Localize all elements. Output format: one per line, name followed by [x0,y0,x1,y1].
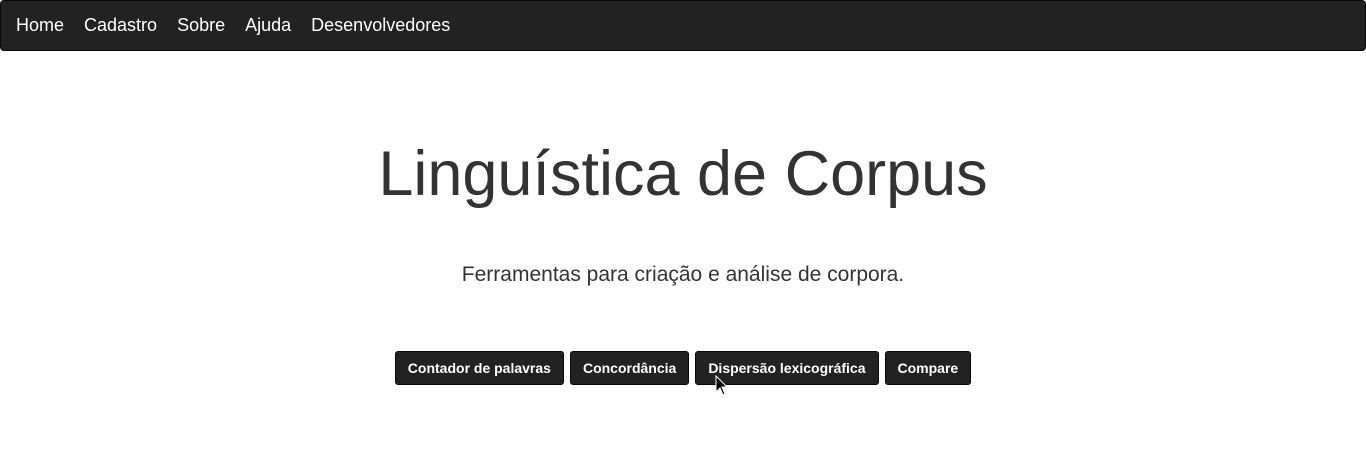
nav-cadastro-link[interactable]: Cadastro [84,0,157,51]
nav-sobre-link[interactable]: Sobre [177,0,225,51]
mouse-pointer-icon [715,375,729,396]
word-counter-button[interactable]: Contador de palavras [394,351,564,385]
compare-button[interactable]: Compare [884,351,972,385]
nav-home-link[interactable]: Home [16,0,64,51]
tool-button-group: Contador de palavras Concordância Disper… [0,351,1366,385]
concordance-button[interactable]: Concordância [569,351,690,385]
top-navbar: Home Cadastro Sobre Ajuda Desenvolvedore… [0,0,1366,51]
nav-menu: Home Cadastro Sobre Ajuda Desenvolvedore… [1,1,1365,50]
page-subtitle: Ferramentas para criação e análise de co… [461,263,905,286]
nav-ajuda-link[interactable]: Ajuda [245,0,291,51]
nav-desenvolvedores-link[interactable]: Desenvolvedores [311,0,450,51]
page-title: Linguística de Corpus [378,139,988,209]
